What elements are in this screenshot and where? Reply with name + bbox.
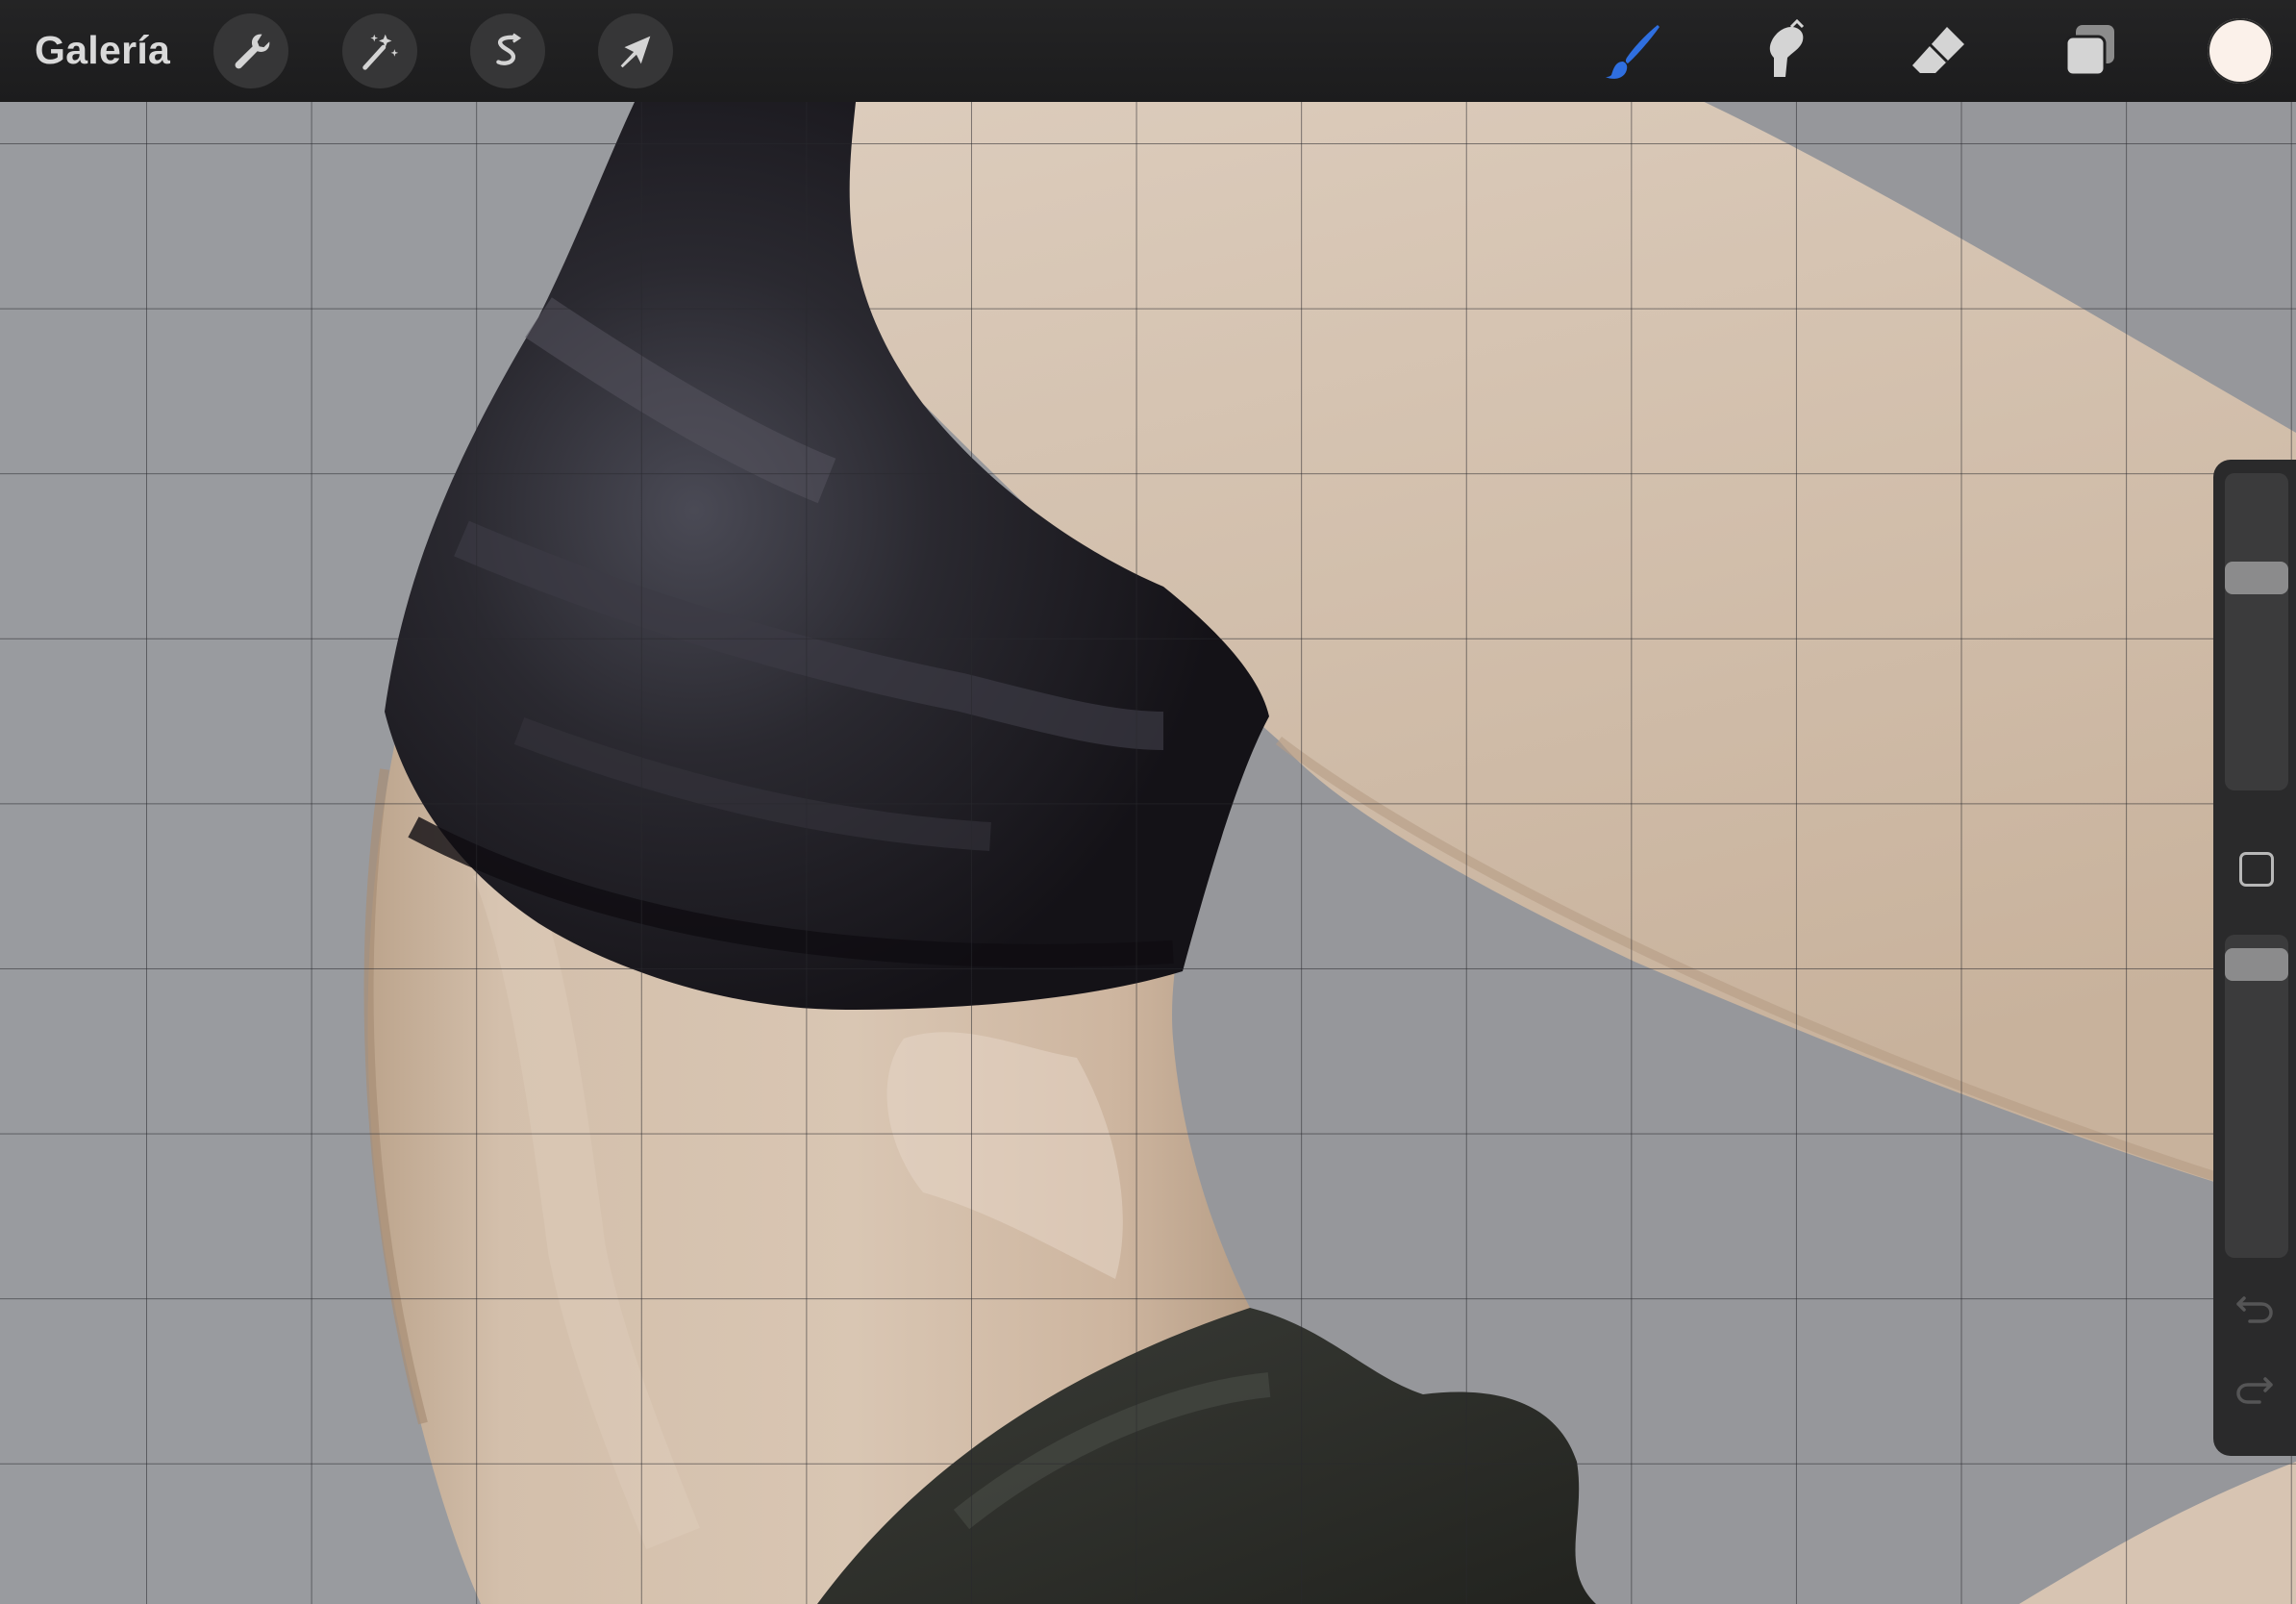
- actions-button[interactable]: [213, 13, 288, 88]
- sidebar: [2213, 460, 2296, 1456]
- gallery-button[interactable]: Galería: [35, 25, 170, 75]
- brush-size-slider-thumb[interactable]: [2225, 562, 2288, 594]
- procreate-app: Galería: [0, 0, 2296, 1604]
- top-toolbar: Galería: [0, 0, 2296, 102]
- modify-button[interactable]: [2239, 852, 2274, 887]
- transform-button[interactable]: [598, 13, 673, 88]
- layers-button[interactable]: [2053, 13, 2128, 88]
- brush-size-slider[interactable]: [2225, 473, 2288, 790]
- selection-s-icon: [496, 33, 522, 65]
- smudge-finger-icon: [1769, 19, 1805, 77]
- brush-opacity-slider[interactable]: [2225, 935, 2288, 1258]
- eraser-tool-button[interactable]: [1901, 13, 1976, 88]
- layers-icon: [2064, 25, 2114, 77]
- adjustments-button[interactable]: [342, 13, 417, 88]
- wrench-icon: [235, 34, 270, 69]
- brush-tool-button[interactable]: [1596, 13, 1671, 88]
- undo-button[interactable]: [2231, 1283, 2279, 1331]
- smudge-tool-button[interactable]: [1749, 13, 1824, 88]
- redo-button[interactable]: [2231, 1364, 2279, 1412]
- eraser-icon: [1912, 27, 1964, 73]
- brush-icon: [1606, 25, 1660, 79]
- artwork-illustration: [0, 0, 2296, 1604]
- redo-arrow-icon: [2236, 1377, 2273, 1404]
- color-picker-button[interactable]: [2208, 18, 2273, 84]
- arrow-cursor-icon: [620, 36, 651, 68]
- selection-button[interactable]: [470, 13, 545, 88]
- brush-opacity-slider-thumb[interactable]: [2225, 947, 2288, 981]
- undo-arrow-icon: [2236, 1296, 2273, 1323]
- drawing-canvas[interactable]: [0, 0, 2296, 1604]
- magic-wand-icon: [362, 34, 399, 70]
